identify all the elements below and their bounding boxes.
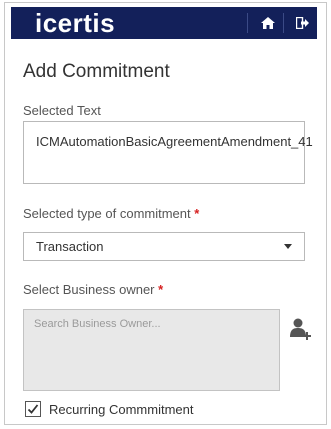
add-user-icon[interactable] <box>289 317 313 341</box>
commitment-type-label-text: Selected type of commitment <box>23 206 191 221</box>
home-icon[interactable] <box>253 7 283 39</box>
business-owner-search-input[interactable]: Search Business Owner... <box>23 309 280 391</box>
recurring-commitment-label: Recurring Commmitment <box>49 402 194 417</box>
commitment-type-select[interactable]: Transaction <box>23 232 305 261</box>
chevron-down-icon <box>284 244 292 249</box>
header-divider <box>283 13 284 33</box>
check-icon <box>27 404 39 414</box>
selected-text-field[interactable]: ICMAutomationBasicAgreementAmendment_41 <box>23 121 313 184</box>
commitment-type-value: Transaction <box>36 239 104 254</box>
business-owner-label-text: Select Business owner <box>23 282 155 297</box>
selected-text-label: Selected Text <box>23 103 101 118</box>
commitment-type-label: Selected type of commitment * <box>23 206 199 221</box>
header-divider <box>247 13 248 33</box>
required-marker: * <box>194 206 200 221</box>
business-owner-label: Select Business owner * <box>23 282 163 297</box>
icertis-logo: icertis <box>35 8 116 38</box>
required-marker: * <box>158 282 164 297</box>
app-header: icertis <box>11 7 317 39</box>
recurring-commitment-checkbox[interactable] <box>25 401 41 417</box>
sign-out-icon[interactable] <box>287 7 317 39</box>
page-title: Add Commitment <box>23 61 170 82</box>
add-commitment-panel: icertis Add Commitment Selected Text ICM… <box>4 2 327 425</box>
